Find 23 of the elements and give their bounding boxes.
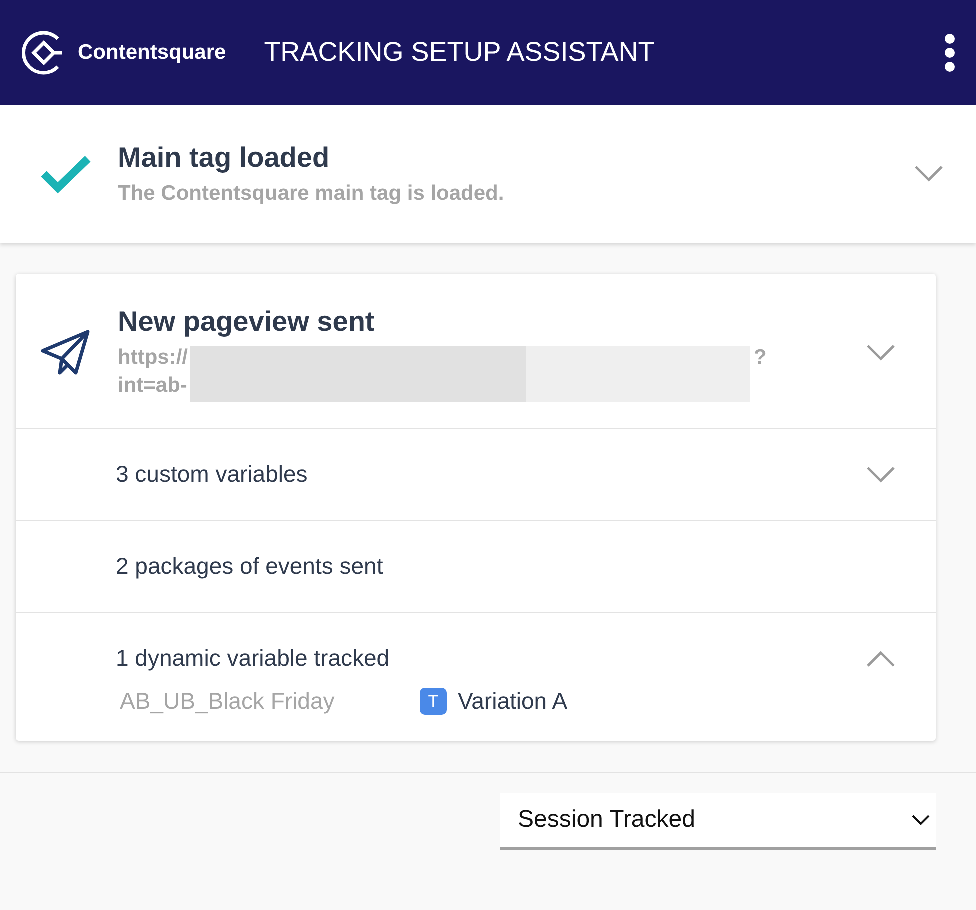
collapse-chevron-icon[interactable]	[866, 650, 896, 668]
paper-plane-icon	[40, 329, 92, 377]
card-title: Main tag loaded	[118, 142, 331, 174]
expand-chevron-icon[interactable]	[914, 165, 944, 183]
url-text: https://	[118, 345, 188, 371]
brand-name: Contentsquare	[78, 40, 226, 64]
session-select[interactable]: Session Tracked	[500, 793, 936, 850]
row-label: 3 custom variables	[116, 461, 308, 488]
url-text: ?	[754, 345, 767, 371]
app-title: TRACKING SETUP ASSISTANT	[264, 37, 656, 68]
type-badge: T	[420, 688, 447, 715]
expand-chevron-icon[interactable]	[866, 466, 896, 484]
checkmark-icon	[40, 154, 92, 194]
expand-chevron-icon[interactable]	[866, 344, 896, 362]
row-label: 1 dynamic variable tracked	[116, 645, 390, 672]
variable-name: AB_UB_Black Friday	[120, 688, 336, 715]
card-title: New pageview sent	[118, 306, 376, 338]
variable-value: Variation A	[458, 688, 568, 715]
dropdown-caret-icon	[912, 815, 930, 825]
card-subtitle: The Contentsquare main tag is loaded.	[118, 182, 506, 206]
row-label: 2 packages of events sent	[116, 553, 384, 580]
more-menu-icon[interactable]	[944, 32, 956, 72]
url-text: int=ab-	[118, 373, 188, 399]
